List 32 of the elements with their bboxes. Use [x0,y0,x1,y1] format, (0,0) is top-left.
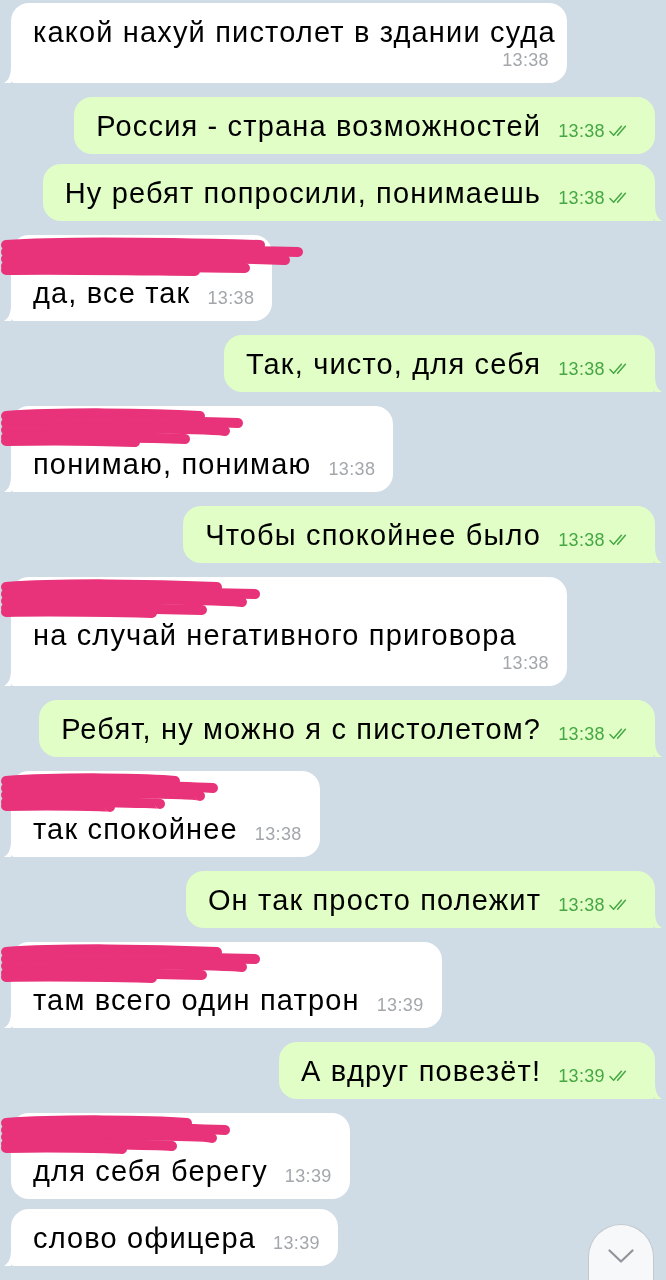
message-text: Так, чисто, для себя [246,347,542,382]
message-text: понимаю, понимаю [33,447,312,482]
message-time: 13:38 [254,824,302,844]
message-time: 13:39 [376,995,424,1015]
message-text: Он так просто полежит [207,883,542,918]
message-time: 13:39 [273,1233,320,1253]
message-time: 13:38 [502,653,549,673]
chevron-down-icon [608,1249,634,1263]
message-time: 13:39 [558,1066,605,1086]
scroll-down-button[interactable] [588,1224,654,1280]
message-text: Россия - страна возможностей [96,109,542,144]
message-text: Чтобы спокойнее было [205,518,542,553]
message-time: 13:38 [558,530,605,550]
message-text: какой нахуй пистолет в здании суда [33,15,556,50]
message-time: 13:38 [558,724,605,744]
message-text: да, все так [33,276,191,311]
message-text: для себя берегу [33,1154,268,1189]
message-time: 13:38 [558,895,605,915]
message-time: 13:38 [558,359,605,379]
message-time: 13:38 [207,288,255,308]
message-time: 13:38 [502,50,549,70]
message-time: 13:38 [328,459,376,479]
message-time: 13:39 [284,1166,332,1186]
message-text: Ребят, ну можно я с пистолетом? [61,712,542,747]
message-time: 13:38 [558,121,605,141]
message-text: А вдруг повезёт! [301,1054,542,1089]
message-text: слово офицера [33,1221,257,1256]
message-text: на случай негативного приговора [33,618,518,653]
message-text: так спокойнее [33,812,238,847]
message-time: 13:38 [558,188,605,208]
message-text: Ну ребят попросили, понимаешь [64,176,542,211]
message-text: там всего один патрон [33,983,360,1018]
